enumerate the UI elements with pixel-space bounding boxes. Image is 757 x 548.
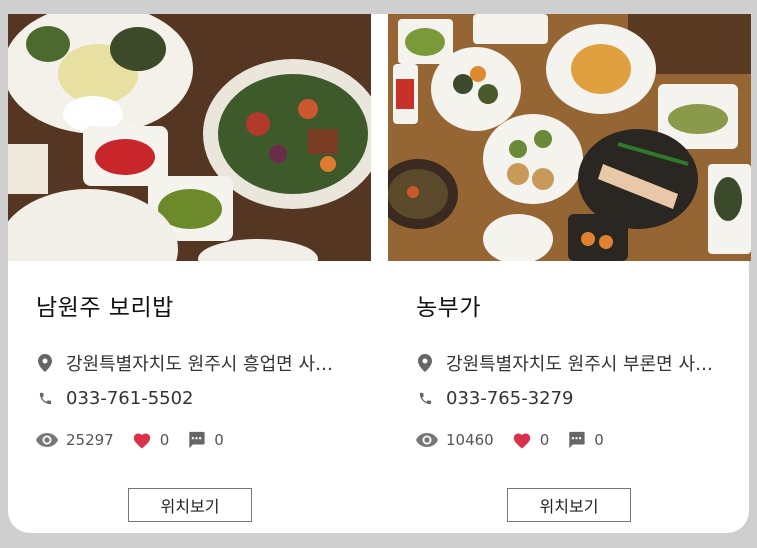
heart-icon[interactable]	[512, 431, 532, 449]
eye-icon	[416, 433, 438, 447]
restaurant-card[interactable]: 남원주 보리밥 강원특별자치도 원주시 흥업면 사… 033-761-5502 …	[8, 14, 371, 533]
restaurant-photo[interactable]	[8, 14, 371, 261]
phone-text: 033-761-5502	[66, 388, 194, 409]
phone-row: 033-761-5502	[36, 388, 194, 409]
view-location-button[interactable]: 위치보기	[507, 488, 631, 522]
views-stat: 25297	[36, 431, 114, 449]
comments-stat[interactable]: 0	[567, 431, 604, 449]
phone-row: 033-765-3279	[416, 388, 574, 409]
restaurant-card[interactable]: 농부가 강원특별자치도 원주시 부론면 사… 033-765-3279 1046…	[388, 14, 751, 533]
likes-count: 0	[539, 431, 550, 449]
likes-stat[interactable]: 0	[132, 431, 170, 449]
restaurant-list: 남원주 보리밥 강원특별자치도 원주시 흥업면 사… 033-761-5502 …	[8, 14, 751, 533]
phone-text: 033-765-3279	[446, 388, 574, 409]
location-pin-icon	[416, 354, 434, 372]
stats-row: 25297 0 0	[36, 431, 242, 449]
views-count: 25297	[66, 431, 114, 449]
heart-icon[interactable]	[132, 431, 152, 449]
restaurant-name[interactable]: 농부가	[416, 288, 481, 322]
comment-icon[interactable]	[567, 431, 586, 449]
address-text: 강원특별자치도 원주시 부론면 사…	[446, 354, 714, 375]
comment-icon[interactable]	[187, 431, 206, 449]
comments-count: 0	[214, 431, 224, 449]
address-row: 강원특별자치도 원주시 흥업면 사…	[36, 350, 333, 376]
phone-icon	[36, 390, 54, 408]
eye-icon	[36, 433, 58, 447]
likes-count: 0	[159, 431, 170, 449]
view-location-button[interactable]: 위치보기	[128, 488, 252, 522]
address-text: 강원특별자치도 원주시 흥업면 사…	[66, 354, 334, 375]
comments-stat[interactable]: 0	[187, 431, 224, 449]
location-pin-icon	[36, 354, 54, 372]
stats-row: 10460 0 0	[416, 431, 622, 449]
restaurant-name[interactable]: 남원주 보리밥	[36, 288, 174, 322]
phone-icon	[416, 390, 434, 408]
views-count: 10460	[446, 431, 494, 449]
restaurant-photo[interactable]	[388, 14, 751, 261]
address-row: 강원특별자치도 원주시 부론면 사…	[416, 350, 713, 376]
likes-stat[interactable]: 0	[512, 431, 550, 449]
comments-count: 0	[594, 431, 604, 449]
views-stat: 10460	[416, 431, 494, 449]
